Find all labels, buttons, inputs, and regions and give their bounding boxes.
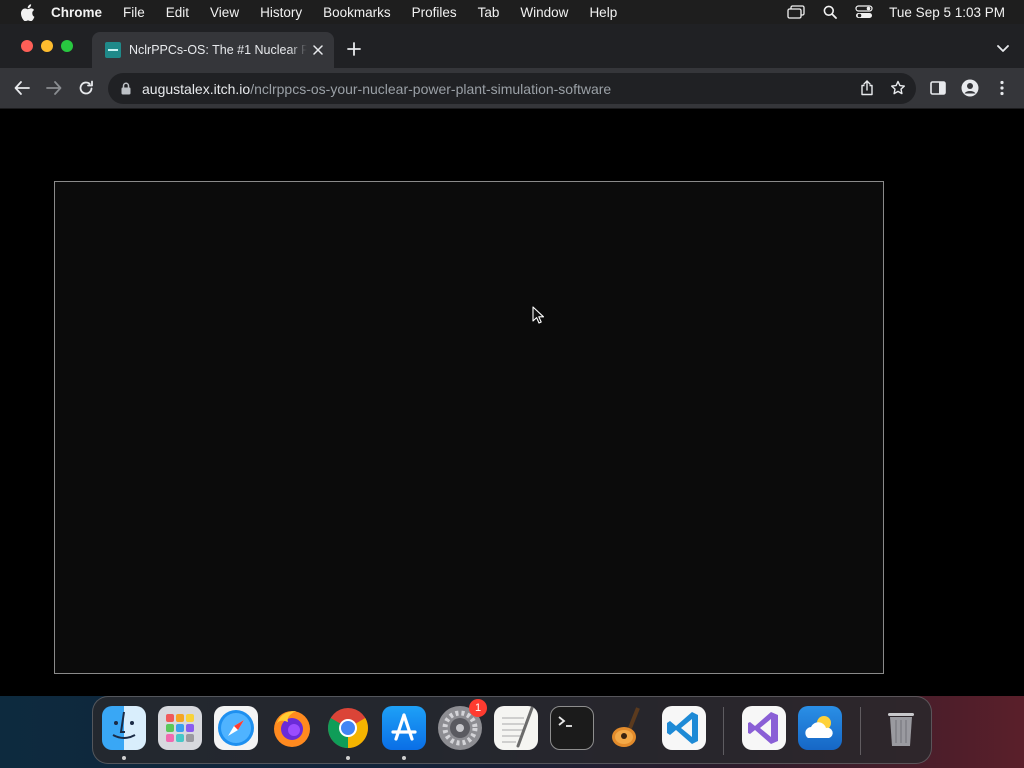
chrome-icon[interactable] <box>326 706 370 750</box>
url-text[interactable]: augustalex.itch.io/nclrppcs-os-your-nucl… <box>142 81 611 97</box>
lock-icon[interactable] <box>119 82 133 96</box>
launchpad-icon[interactable] <box>158 706 202 750</box>
share-icon[interactable] <box>858 79 876 97</box>
browser-tab-strip: NclrPPCs-OS: The #1 Nuclear Power Plant … <box>0 24 1024 68</box>
menu-bookmarks[interactable]: Bookmarks <box>323 5 391 20</box>
browser-tab-active[interactable]: NclrPPCs-OS: The #1 Nuclear Power Plant … <box>92 32 334 68</box>
window-zoom-button[interactable] <box>61 40 73 52</box>
safari-icon[interactable] <box>214 706 258 750</box>
garageband-icon[interactable] <box>606 706 650 750</box>
more-menu-icon[interactable] <box>992 78 1012 98</box>
tab-close-icon[interactable] <box>310 42 326 58</box>
mouse-cursor-icon <box>532 306 544 324</box>
app-store-running-indicator <box>402 756 406 760</box>
menu-edit[interactable]: Edit <box>166 5 189 20</box>
dock-separator <box>723 707 724 755</box>
trash-icon[interactable] <box>879 706 923 750</box>
menu-file[interactable]: File <box>123 5 145 20</box>
macos-menu-bar: Chrome File Edit View History Bookmarks … <box>0 0 1024 24</box>
tab-search-chevron-icon[interactable] <box>996 42 1010 56</box>
side-panel-icon[interactable] <box>928 78 948 98</box>
spotlight-search-icon[interactable] <box>821 3 839 21</box>
chrome-running-indicator <box>346 756 350 760</box>
menu-app-chrome[interactable]: Chrome <box>51 5 102 20</box>
url-host: augustalex.itch.io <box>142 80 251 97</box>
profile-avatar-icon[interactable] <box>960 78 980 98</box>
terminal-icon[interactable] <box>550 706 594 750</box>
dock-separator <box>860 707 861 755</box>
menu-profiles[interactable]: Profiles <box>412 5 457 20</box>
textedit-icon[interactable] <box>494 706 538 750</box>
browser-toolbar: augustalex.itch.io/nclrppcs-os-your-nucl… <box>0 68 1024 109</box>
bookmark-star-icon[interactable] <box>889 79 907 97</box>
back-arrow-icon[interactable] <box>12 78 32 98</box>
menu-help[interactable]: Help <box>589 5 617 20</box>
vscode-icon[interactable] <box>662 706 706 750</box>
reload-icon[interactable] <box>76 78 96 98</box>
new-tab-button[interactable] <box>345 40 363 58</box>
visual-studio-icon[interactable] <box>742 706 786 750</box>
menu-bar-clock[interactable]: Tue Sep 5 1:03 PM <box>889 5 1005 20</box>
notification-badge: 1 <box>469 699 487 717</box>
screen-mirroring-icon[interactable] <box>787 3 805 21</box>
itch-game-favicon-icon <box>105 42 121 58</box>
menu-window[interactable]: Window <box>520 5 568 20</box>
weather-icon[interactable] <box>798 706 842 750</box>
forward-arrow-icon[interactable] <box>44 78 64 98</box>
system-settings-icon[interactable]: 1 <box>438 699 487 750</box>
web-page-content <box>0 110 1024 696</box>
macos-dock: 1 <box>92 696 932 764</box>
tab-title: NclrPPCs-OS: The #1 Nuclear Power Plant … <box>129 43 307 57</box>
apple-menu-icon[interactable] <box>17 2 37 22</box>
finder-icon[interactable] <box>102 706 146 750</box>
game-embed-frame[interactable] <box>54 181 884 674</box>
window-close-button[interactable] <box>21 40 33 52</box>
menu-tab[interactable]: Tab <box>478 5 500 20</box>
url-path: /nclrppcs-os-your-nuclear-power-plant-si… <box>250 80 612 97</box>
window-minimize-button[interactable] <box>41 40 53 52</box>
menu-view[interactable]: View <box>210 5 239 20</box>
address-bar[interactable]: augustalex.itch.io/nclrppcs-os-your-nucl… <box>108 73 916 104</box>
control-center-icon[interactable] <box>855 3 873 21</box>
menu-history[interactable]: History <box>260 5 302 20</box>
finder-running-indicator <box>122 756 126 760</box>
firefox-icon[interactable] <box>270 706 314 750</box>
app-store-icon[interactable] <box>382 706 426 750</box>
